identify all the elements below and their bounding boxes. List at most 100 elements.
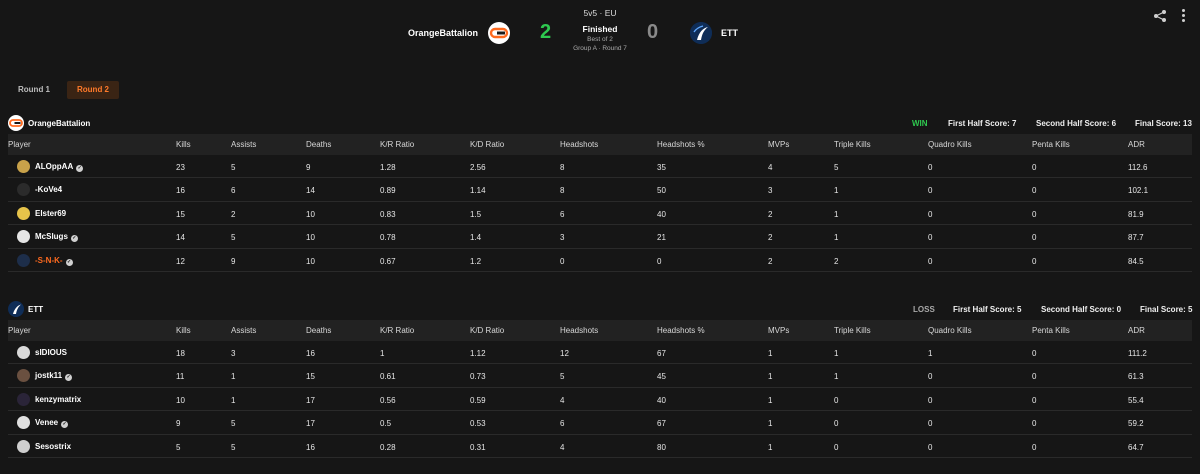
player-name[interactable]: -S-N-K- ✓ — [35, 256, 73, 266]
team-section-name[interactable]: OrangeBattalion — [28, 119, 90, 128]
player-avatar[interactable] — [17, 206, 30, 220]
share-icon[interactable] — [1153, 9, 1167, 23]
team-logo[interactable] — [8, 115, 24, 131]
column-header[interactable]: ADR — [1128, 326, 1145, 335]
player-avatar[interactable] — [17, 230, 30, 244]
player-name-label[interactable]: Sesostrix — [35, 442, 71, 451]
column-header[interactable]: K/D Ratio — [470, 140, 504, 149]
column-header[interactable]: Headshots — [560, 140, 598, 149]
tab-round-2[interactable]: Round 2 — [67, 81, 119, 99]
column-header[interactable]: K/D Ratio — [470, 326, 504, 335]
more-vertical-icon[interactable] — [1180, 9, 1186, 25]
column-header[interactable]: Penta Kills — [1032, 140, 1070, 149]
player-avatar[interactable] — [17, 416, 30, 430]
player-name[interactable]: McSlugs ✓ — [35, 232, 78, 243]
player-name-label[interactable]: McSlugs — [35, 232, 68, 241]
table-row[interactable]: Sesostrix 5 5 16 0.28 0.31 4 80 1 0 0 0 64.7 — [8, 435, 1192, 458]
player-name-label[interactable]: -KoVe4 — [35, 185, 62, 194]
cell-quadro-kills: 0 — [928, 233, 933, 243]
player-name-label[interactable]: sIDIOUS — [35, 348, 67, 357]
table-row[interactable]: Venee ✓ 9 5 17 0.5 0.53 6 67 1 0 0 0 59.2 — [8, 411, 1192, 435]
table-row[interactable]: -KoVe4 16 6 14 0.89 1.14 8 50 3 1 0 0 102.1 — [8, 178, 1192, 202]
stats-table: Player Kills Assists Deaths K/R Ratio K/D Rat… — [8, 320, 1192, 458]
player-name-label[interactable]: -S-N-K- — [35, 256, 63, 265]
team2-logo[interactable] — [690, 22, 712, 44]
column-header[interactable]: Kills — [176, 140, 191, 149]
team1-name[interactable]: OrangeBattalion — [408, 28, 478, 38]
stats-table: Player Kills Assists Deaths K/R Ratio K/D Rat… — [8, 134, 1192, 272]
column-header[interactable]: Player — [8, 140, 31, 149]
column-header[interactable]: Deaths — [306, 140, 331, 149]
team-logo[interactable] — [8, 301, 24, 317]
table-row[interactable]: Elster69 15 2 10 0.83 1.5 6 40 2 1 0 0 81.9 — [8, 202, 1192, 226]
player-avatar[interactable] — [17, 253, 30, 267]
cell-deaths: 16 — [306, 442, 315, 452]
cell-assists: 2 — [231, 209, 236, 219]
table-row[interactable]: kenzymatrix 10 1 17 0.56 0.59 4 40 1 0 0 0 55.4 — [8, 388, 1192, 412]
column-header[interactable]: Kills — [176, 326, 191, 335]
column-header[interactable]: MVPs — [768, 326, 789, 335]
player-name[interactable]: ALOppAA ✓ — [35, 162, 84, 172]
player-name[interactable]: Sesostrix — [35, 442, 71, 451]
column-header[interactable]: Penta Kills — [1032, 326, 1070, 335]
player-name[interactable]: Elster69 — [35, 209, 66, 218]
column-header[interactable]: Triple Kills — [834, 326, 871, 335]
player-name-label[interactable]: jostk11 — [35, 371, 62, 380]
column-header[interactable]: Assists — [231, 326, 256, 335]
table-row[interactable]: ALOppAA ✓ 23 5 9 1.28 2.56 8 35 4 5 0 0 112.6 — [8, 155, 1192, 179]
cell-headshots-: 0 — [657, 256, 662, 266]
column-header[interactable]: MVPs — [768, 140, 789, 149]
cell-k-d-ratio: 0.31 — [470, 442, 486, 452]
player-name[interactable]: jostk11 ✓ — [35, 371, 73, 382]
player-name-label[interactable]: Elster69 — [35, 209, 66, 218]
cell-mvps: 2 — [768, 233, 773, 243]
table-row[interactable]: -S-N-K- ✓ 12 9 10 0.67 1.2 0 0 2 2 0 0 84.5 — [8, 249, 1192, 272]
final-score: Final Score: 5 — [1140, 305, 1193, 314]
column-header[interactable]: K/R Ratio — [380, 140, 414, 149]
column-header[interactable]: Assists — [231, 140, 256, 149]
table-row[interactable]: jostk11 ✓ 11 1 15 0.61 0.73 5 45 1 1 0 0 61.3 — [8, 364, 1192, 388]
column-header[interactable]: Player — [8, 326, 31, 335]
cell-headshots: 4 — [560, 442, 565, 452]
tab-round-1[interactable]: Round 1 — [8, 81, 60, 99]
column-header[interactable]: Quadro Kills — [928, 140, 972, 149]
column-header[interactable]: Headshots % — [657, 326, 705, 335]
best-of: Best of 2 — [587, 36, 613, 43]
player-name-label[interactable]: Venee — [35, 418, 58, 427]
cell-triple-kills: 0 — [834, 419, 839, 429]
player-avatar[interactable] — [17, 160, 30, 173]
player-name[interactable]: kenzymatrix — [35, 395, 81, 404]
cell-headshots: 12 — [560, 349, 569, 358]
player-avatar[interactable] — [17, 346, 30, 359]
player-name[interactable]: Venee ✓ — [35, 418, 69, 429]
table-row[interactable]: McSlugs ✓ 14 5 10 0.78 1.4 3 21 2 1 0 0 87.7 — [8, 225, 1192, 249]
cell-k-r-ratio: 0.78 — [380, 233, 396, 243]
column-header[interactable]: Triple Kills — [834, 140, 871, 149]
table-row[interactable]: sIDIOUS 18 3 16 1 1.12 12 67 1 1 1 0 111.2 — [8, 341, 1192, 365]
second-half-score: Second Half Score: 0 — [1041, 305, 1122, 314]
player-name[interactable]: sIDIOUS — [35, 348, 67, 357]
column-header[interactable]: Quadro Kills — [928, 326, 972, 335]
cell-k-r-ratio: 0.28 — [380, 442, 396, 452]
column-header[interactable]: Deaths — [306, 326, 331, 335]
player-name-label[interactable]: ALOppAA — [35, 162, 73, 171]
player-avatar[interactable] — [17, 392, 30, 406]
column-header[interactable]: Headshots — [560, 326, 598, 335]
player-avatar[interactable] — [17, 439, 30, 453]
cell-k-r-ratio: 0.5 — [380, 419, 392, 429]
player-name[interactable]: -KoVe4 — [35, 185, 62, 194]
cell-adr: 102.1 — [1128, 186, 1149, 196]
cell-adr: 112.6 — [1128, 163, 1148, 172]
cell-quadro-kills: 0 — [928, 395, 933, 405]
player-avatar[interactable] — [17, 369, 30, 383]
team2-name[interactable]: ETT — [721, 28, 738, 38]
column-header[interactable]: K/R Ratio — [380, 326, 414, 335]
result-badge: LOSS — [913, 305, 935, 314]
player-avatar[interactable] — [17, 183, 30, 197]
column-header[interactable]: Headshots % — [657, 140, 705, 149]
cell-penta-kills: 0 — [1032, 186, 1037, 196]
column-header[interactable]: ADR — [1128, 140, 1145, 149]
team-section-name[interactable]: ETT — [28, 305, 43, 314]
player-name-label[interactable]: kenzymatrix — [35, 395, 81, 404]
team1-logo[interactable] — [488, 22, 510, 44]
